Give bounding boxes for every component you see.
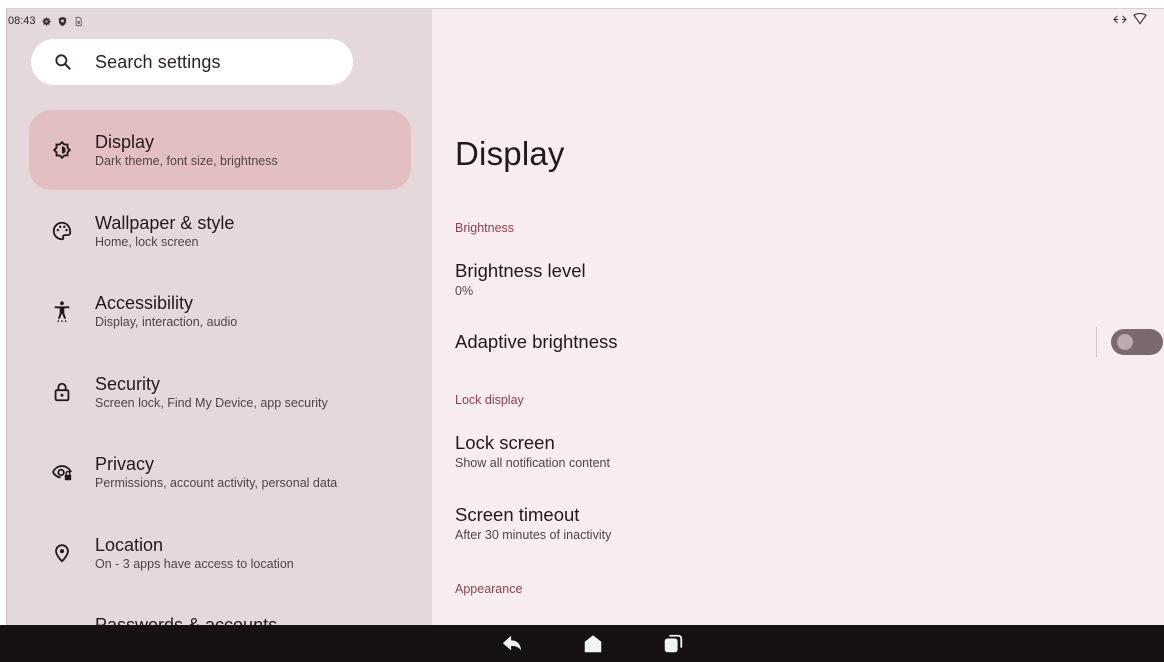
sidebar-item-title: Accessibility <box>95 293 194 313</box>
toggle-knob <box>1117 334 1133 350</box>
recents-icon[interactable] <box>662 633 684 655</box>
sidebar-item-title: Privacy <box>95 454 155 474</box>
status-bar-right <box>1113 13 1147 25</box>
settings-gear-icon <box>41 16 52 27</box>
sidebar-item-privacy[interactable]: Privacy Permissions, account activity, p… <box>29 432 411 512</box>
display-settings-panel: Display Brightness Brightness level 0% A… <box>432 9 1164 626</box>
section-header-lock-display: Lock display <box>455 393 524 407</box>
search-icon <box>53 52 73 72</box>
wifi-outline-icon <box>1133 13 1147 25</box>
setting-summary: After 30 minutes of inactivity <box>455 528 612 542</box>
sidebar-item-summary: Screen lock, Find My Device, app securit… <box>95 396 328 410</box>
setting-title: Adaptive brightness <box>455 331 618 352</box>
status-time: 08:43 <box>8 15 36 27</box>
back-icon[interactable] <box>501 633 523 655</box>
section-header-brightness: Brightness <box>455 221 515 235</box>
screen-timeout-setting[interactable]: Screen timeout After 30 minutes of inact… <box>455 504 611 543</box>
toggle-divider <box>1096 327 1097 357</box>
sidebar-item-summary: Dark theme, font size, brightness <box>95 154 278 168</box>
palette-icon <box>51 220 73 242</box>
sidebar-item-title: Location <box>95 535 164 555</box>
sidebar-item-title: Security <box>95 374 161 394</box>
sidebar-item-title: Display <box>95 132 155 152</box>
location-pin-icon <box>51 542 73 564</box>
data-arrows-icon <box>1113 15 1127 24</box>
adaptive-brightness-setting[interactable]: Adaptive brightness <box>455 331 618 353</box>
lock-icon <box>51 381 73 403</box>
sidebar-item-summary: On - 3 apps have access to location <box>95 557 294 571</box>
privacy-eye-icon <box>51 461 73 483</box>
sidebar-item-passwords-accounts[interactable]: Passwords & accounts <box>29 593 411 626</box>
adaptive-brightness-toggle[interactable] <box>1111 329 1163 355</box>
sidebar-item-accessibility[interactable]: Accessibility Display, interaction, audi… <box>29 271 411 351</box>
brightness-level-setting[interactable]: Brightness level 0% <box>455 260 586 299</box>
search-settings-bar[interactable]: Search settings <box>31 39 353 85</box>
page-title: Display <box>455 135 565 172</box>
sidebar-item-summary: Permissions, account activity, personal … <box>95 476 338 490</box>
home-icon[interactable] <box>582 633 604 655</box>
sidebar-item-title: Wallpaper & style <box>95 213 235 233</box>
sidebar-item-summary: Home, lock screen <box>95 235 199 249</box>
sidebar-item-display[interactable]: Display Dark theme, font size, brightnes… <box>29 110 411 190</box>
setting-title: Brightness level <box>455 260 586 281</box>
setting-summary: Show all notification content <box>455 456 610 470</box>
setting-summary: 0% <box>455 284 474 298</box>
setting-title: Lock screen <box>455 432 555 453</box>
accessibility-icon <box>51 300 73 322</box>
system-navigation-bar <box>0 625 1164 662</box>
shield-icon <box>57 16 68 27</box>
sidebar-item-location[interactable]: Location On - 3 apps have access to loca… <box>29 513 411 593</box>
display-brightness-icon <box>51 139 73 161</box>
sim-card-icon <box>73 16 84 27</box>
lock-screen-setting[interactable]: Lock screen Show all notification conten… <box>455 432 610 471</box>
search-placeholder: Search settings <box>95 51 221 72</box>
settings-sidebar: 08:43 Search settings Display Dark theme… <box>7 9 432 626</box>
setting-title: Screen timeout <box>455 504 580 525</box>
section-header-appearance: Appearance <box>455 582 523 596</box>
status-bar-left: 08:43 <box>8 14 84 28</box>
settings-window: 08:43 Search settings Display Dark theme… <box>6 8 1164 626</box>
sidebar-item-wallpaper-style[interactable]: Wallpaper & style Home, lock screen <box>29 191 411 271</box>
sidebar-item-summary: Display, interaction, audio <box>95 315 238 329</box>
sidebar-item-security[interactable]: Security Screen lock, Find My Device, ap… <box>29 352 411 432</box>
